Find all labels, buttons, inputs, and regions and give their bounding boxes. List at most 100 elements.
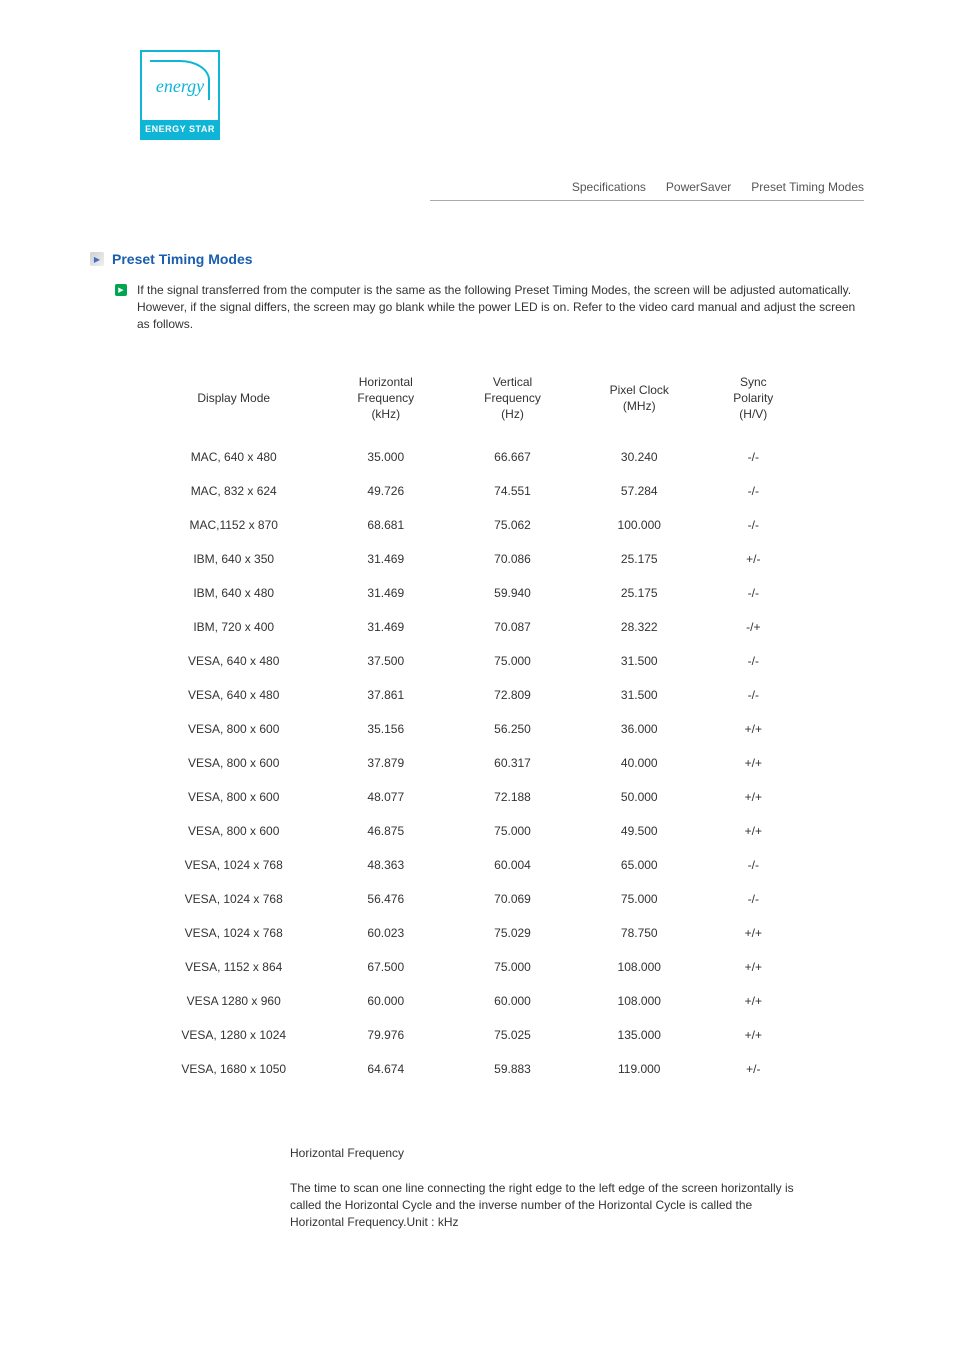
table-cell: 56.250 [449,722,576,736]
footer-text: The time to scan one line connecting the… [290,1180,804,1230]
table-cell: 60.317 [449,756,576,770]
logo-label: ENERGY STAR [142,120,218,138]
table-cell: +/- [703,552,804,566]
table-cell: 57.284 [576,484,703,498]
table-cell: 60.000 [322,994,449,1008]
footer-section: Horizontal Frequency The time to scan on… [290,1146,804,1230]
intro-text: If the signal transferred from the compu… [137,282,864,332]
table-cell: 79.976 [322,1028,449,1042]
table-cell: VESA, 800 x 600 [145,790,322,804]
table-cell: VESA 1280 x 960 [145,994,322,1008]
timing-table: Display Mode HorizontalFrequency(kHz) Ve… [145,367,804,1086]
table-cell: 59.940 [449,586,576,600]
header-horizontal-frequency: HorizontalFrequency(kHz) [322,375,449,422]
table-row: VESA, 1152 x 86467.50075.000108.000+/+ [145,950,804,984]
table-cell: 50.000 [576,790,703,804]
table-cell: 31.469 [322,586,449,600]
table-cell: 70.086 [449,552,576,566]
table-cell: 60.023 [322,926,449,940]
table-cell: VESA, 640 x 480 [145,654,322,668]
bullet-icon: ▶ [115,284,127,296]
arrow-right-icon: ▶ [90,252,104,266]
intro-block: ▶ If the signal transferred from the com… [115,282,864,332]
table-cell: +/+ [703,824,804,838]
table-cell: 135.000 [576,1028,703,1042]
table-cell: +/+ [703,994,804,1008]
table-cell: 31.469 [322,620,449,634]
table-cell: 49.500 [576,824,703,838]
table-row: VESA, 1280 x 102479.97675.025135.000+/+ [145,1018,804,1052]
table-cell: 25.175 [576,586,703,600]
table-cell: -/- [703,892,804,906]
header-pixel-clock: Pixel Clock(MHz) [576,383,703,414]
table-cell: 70.087 [449,620,576,634]
table-cell: IBM, 640 x 350 [145,552,322,566]
table-cell: VESA, 640 x 480 [145,688,322,702]
table-row: IBM, 720 x 40031.46970.08728.322-/+ [145,610,804,644]
table-row: VESA, 1024 x 76856.47670.06975.000-/- [145,882,804,916]
table-cell: 56.476 [322,892,449,906]
table-cell: 31.500 [576,654,703,668]
table-row: VESA, 1024 x 76848.36360.00465.000-/- [145,848,804,882]
table-cell: -/- [703,858,804,872]
table-cell: +/+ [703,1028,804,1042]
table-row: VESA, 800 x 60048.07772.18850.000+/+ [145,780,804,814]
table-row: MAC, 640 x 48035.00066.66730.240-/- [145,440,804,474]
table-cell: 60.000 [449,994,576,1008]
table-row: VESA, 640 x 48037.86172.80931.500-/- [145,678,804,712]
table-cell: 78.750 [576,926,703,940]
table-cell: -/- [703,518,804,532]
table-cell: 72.809 [449,688,576,702]
table-cell: MAC, 640 x 480 [145,450,322,464]
table-cell: 75.000 [449,960,576,974]
table-cell: 75.000 [449,654,576,668]
table-cell: 100.000 [576,518,703,532]
table-cell: -/- [703,484,804,498]
table-cell: 66.667 [449,450,576,464]
header-vertical-frequency: VerticalFrequency(Hz) [449,375,576,422]
table-row: VESA, 640 x 48037.50075.00031.500-/- [145,644,804,678]
table-cell: IBM, 720 x 400 [145,620,322,634]
table-cell: 74.551 [449,484,576,498]
tab-specifications[interactable]: Specifications [572,180,646,194]
table-cell: 48.363 [322,858,449,872]
tab-bar: Specifications PowerSaver Preset Timing … [430,180,864,201]
table-cell: 75.062 [449,518,576,532]
table-cell: +/+ [703,722,804,736]
logo-script-text: energy [156,76,204,97]
table-cell: 48.077 [322,790,449,804]
table-cell: 70.069 [449,892,576,906]
table-cell: 75.025 [449,1028,576,1042]
table-cell: VESA, 1024 x 768 [145,892,322,906]
table-cell: 37.879 [322,756,449,770]
footer-title: Horizontal Frequency [290,1146,804,1160]
table-row: MAC, 832 x 62449.72674.55157.284-/- [145,474,804,508]
table-cell: +/+ [703,926,804,940]
table-cell: -/- [703,654,804,668]
table-cell: 46.875 [322,824,449,838]
table-cell: +/+ [703,960,804,974]
table-cell: 49.726 [322,484,449,498]
section-title: Preset Timing Modes [112,251,253,267]
table-cell: 65.000 [576,858,703,872]
table-header-row: Display Mode HorizontalFrequency(kHz) Ve… [145,367,804,430]
table-cell: 119.000 [576,1062,703,1076]
table-cell: 37.500 [322,654,449,668]
table-cell: 75.029 [449,926,576,940]
table-cell: IBM, 640 x 480 [145,586,322,600]
table-row: VESA, 800 x 60037.87960.31740.000+/+ [145,746,804,780]
table-cell: +/- [703,1062,804,1076]
table-row: VESA 1280 x 96060.00060.000108.000+/+ [145,984,804,1018]
table-cell: 59.883 [449,1062,576,1076]
tab-preset-timing-modes[interactable]: Preset Timing Modes [751,180,864,194]
table-cell: -/- [703,450,804,464]
table-cell: 40.000 [576,756,703,770]
table-cell: 35.156 [322,722,449,736]
table-cell: 28.322 [576,620,703,634]
tab-powersaver[interactable]: PowerSaver [666,180,731,194]
table-cell: MAC, 832 x 624 [145,484,322,498]
table-cell: VESA, 800 x 600 [145,756,322,770]
table-row: VESA, 1024 x 76860.02375.02978.750+/+ [145,916,804,950]
table-cell: +/+ [703,790,804,804]
table-row: IBM, 640 x 35031.46970.08625.175+/- [145,542,804,576]
